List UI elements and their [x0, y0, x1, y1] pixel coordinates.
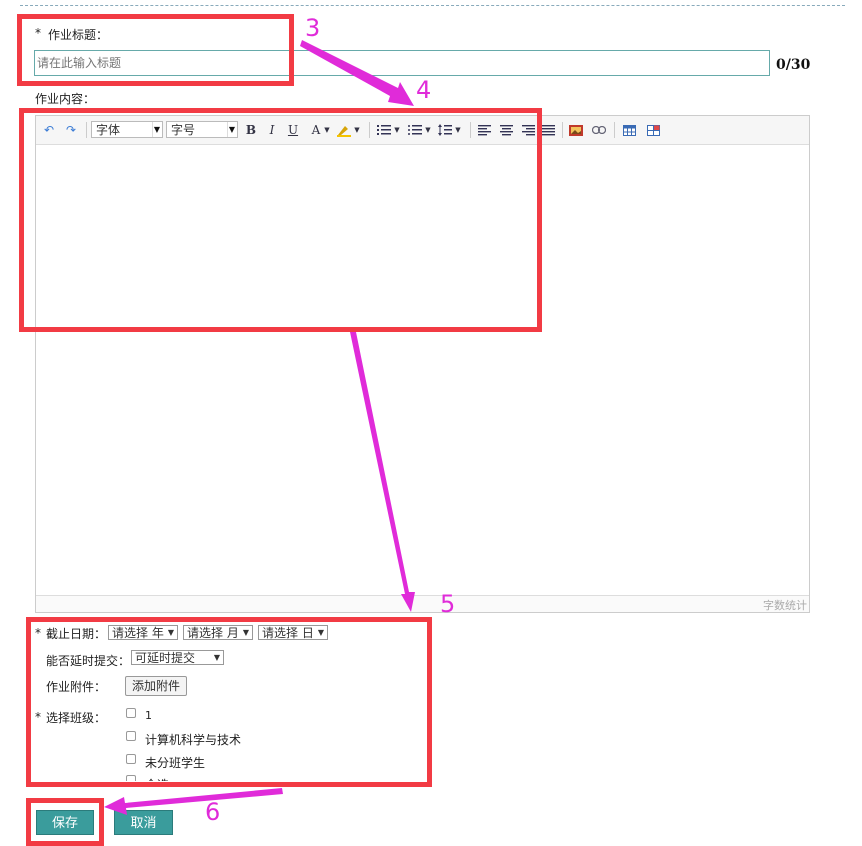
annotation-label-6: 6	[205, 798, 221, 826]
align-center-icon[interactable]	[498, 121, 514, 139]
rich-text-editor: ↶ ↷ 字体 ▼ 字号 ▼ B I U A ▼ ▼ ▼ ▼ ▼ 字数统计	[35, 115, 810, 613]
align-right-icon[interactable]	[520, 121, 536, 139]
title-label: 作业标题：	[48, 28, 109, 42]
font-family-select[interactable]: 字体 ▼	[91, 121, 163, 138]
class-checkbox[interactable]	[126, 708, 136, 718]
year-select-value: 请选择 年	[112, 626, 164, 640]
title-input[interactable]	[34, 50, 770, 76]
font-family-value: 字体	[96, 123, 121, 137]
late-submission-select[interactable]: 可延时提交 ▼	[131, 650, 224, 665]
month-select[interactable]: 请选择 月 ▼	[183, 625, 253, 640]
toolbar-separator	[614, 122, 615, 138]
class-option-select-all[interactable]: 全选	[120, 774, 320, 781]
chevron-down-icon[interactable]: ▼	[393, 121, 401, 139]
chevron-down-icon: ▼	[317, 628, 324, 637]
bold-button[interactable]: B	[244, 121, 258, 139]
chevron-down-icon: ▼	[227, 122, 236, 137]
annotation-label-4: 4	[416, 76, 432, 104]
editor-content-area[interactable]	[36, 145, 809, 595]
late-submission-value: 可延时提交	[135, 651, 196, 665]
annotation-box-5	[26, 617, 432, 787]
table-icon[interactable]	[621, 121, 637, 139]
late-submission-label: 能否延时提交：	[46, 654, 131, 668]
add-attachment-button[interactable]: 添加附件	[125, 676, 188, 696]
annotation-label-3: 3	[305, 14, 321, 42]
align-justify-icon[interactable]	[540, 121, 556, 139]
italic-button[interactable]: I	[265, 121, 279, 139]
link-icon[interactable]	[591, 121, 607, 139]
underline-button[interactable]: U	[286, 121, 300, 139]
annotation-label-5: 5	[440, 590, 456, 618]
class-option-label: 1	[145, 709, 152, 722]
ordered-list-icon[interactable]	[376, 121, 392, 139]
highlight-icon[interactable]	[336, 121, 352, 139]
deadline-label: 截止日期：	[46, 627, 107, 641]
class-checkbox[interactable]	[126, 754, 136, 764]
chevron-down-icon[interactable]: ▼	[454, 121, 462, 139]
month-select-value: 请选择 月	[187, 626, 239, 640]
chevron-down-icon: ▼	[152, 122, 161, 137]
unordered-list-icon[interactable]	[407, 121, 423, 139]
image-icon[interactable]	[568, 121, 584, 139]
toolbar-separator	[470, 122, 471, 138]
year-select[interactable]: 请选择 年 ▼	[108, 625, 178, 640]
day-select-value: 请选择 日	[262, 626, 314, 640]
class-option-label: 计算机科学与技术	[145, 733, 242, 747]
attachment-label: 作业附件：	[46, 680, 107, 694]
save-button[interactable]: 保存	[36, 810, 94, 835]
title-counter: 0/30	[776, 57, 811, 73]
merge-cells-icon[interactable]	[645, 121, 661, 139]
cancel-button[interactable]: 取消	[114, 810, 173, 835]
chevron-down-icon[interactable]: ▼	[424, 121, 432, 139]
word-count: 字数统计	[763, 599, 807, 612]
redo-icon[interactable]: ↷	[64, 121, 78, 139]
editor-footer: 字数统计	[36, 595, 809, 612]
font-color-button[interactable]: A	[309, 121, 323, 139]
class-checkbox[interactable]	[126, 731, 136, 741]
class-option-label: 未分班学生	[145, 756, 206, 770]
select-all-label: 全选	[145, 776, 169, 781]
toolbar-separator	[369, 122, 370, 138]
chevron-down-icon[interactable]: ▼	[353, 121, 361, 139]
toolbar-separator	[86, 122, 87, 138]
select-all-checkbox[interactable]	[126, 775, 136, 781]
required-mark-title: *	[35, 26, 41, 40]
chevron-down-icon[interactable]: ▼	[323, 121, 331, 139]
chevron-down-icon: ▼	[213, 653, 220, 662]
top-divider	[20, 5, 845, 6]
required-mark-deadline: *	[35, 626, 41, 640]
toolbar-separator	[562, 122, 563, 138]
chevron-down-icon: ▼	[167, 628, 174, 637]
font-size-select[interactable]: 字号 ▼	[166, 121, 238, 138]
content-label: 作业内容：	[35, 92, 96, 106]
align-left-icon[interactable]	[476, 121, 492, 139]
class-label: 选择班级：	[46, 711, 107, 725]
required-mark-class: *	[35, 710, 41, 724]
chevron-down-icon: ▼	[242, 628, 249, 637]
line-height-icon[interactable]	[437, 121, 453, 139]
day-select[interactable]: 请选择 日 ▼	[258, 625, 328, 640]
undo-icon[interactable]: ↶	[42, 121, 56, 139]
font-size-value: 字号	[171, 123, 196, 137]
editor-toolbar: ↶ ↷ 字体 ▼ 字号 ▼ B I U A ▼ ▼ ▼ ▼ ▼	[36, 116, 809, 145]
